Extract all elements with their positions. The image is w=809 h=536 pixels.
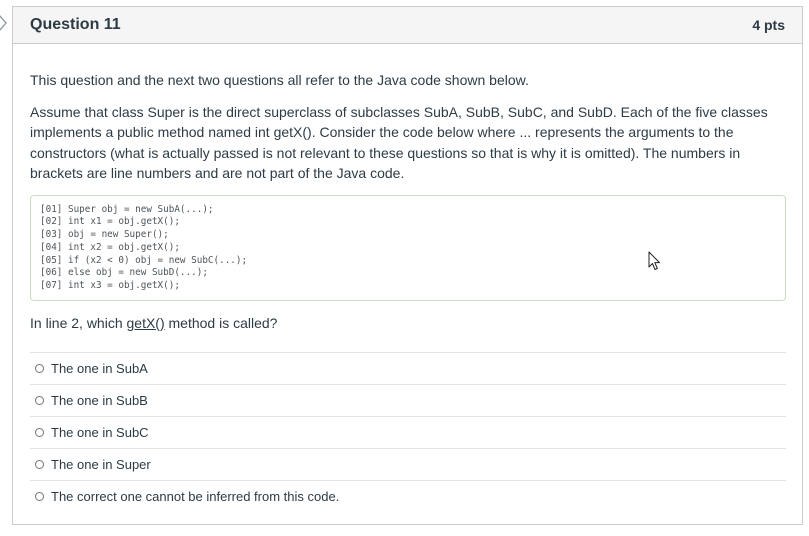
question-intro: This question and the next two questions… <box>30 72 529 88</box>
question-body: This question and the next two questions… <box>13 70 802 513</box>
answer-option-suba[interactable]: The one in SubA <box>30 353 786 385</box>
radio-unchecked-icon[interactable] <box>35 492 44 501</box>
code-line: [06] else obj = new SubD(...); <box>40 267 208 279</box>
code-line: [04] int x2 = obj.getX(); <box>40 241 180 253</box>
code-line: [07] int x3 = obj.getX(); <box>40 280 180 292</box>
answer-list: The one in SubA The one in SubB The one … <box>30 351 786 513</box>
question-title: Question 11 <box>30 16 121 33</box>
chevron-right-icon[interactable] <box>0 12 10 34</box>
code-block: [01] Super obj = new SubA(...); [02] int… <box>30 194 786 301</box>
code-line: [01] Super obj = new SubA(...); <box>40 203 214 215</box>
mouse-cursor-icon <box>648 251 662 271</box>
code-line: [05] if (x2 < 0) obj = new SubC(...); <box>40 254 248 266</box>
answer-label[interactable]: The one in SubB <box>51 393 148 408</box>
radio-unchecked-icon[interactable] <box>35 427 44 437</box>
question-card: Question 11 4 pts This question and the … <box>12 6 803 525</box>
question-points: 4 pts <box>752 17 785 33</box>
radio-unchecked-icon[interactable] <box>35 459 44 469</box>
code-line: [02] int x1 = obj.getX(); <box>40 216 180 228</box>
radio-unchecked-icon[interactable] <box>35 363 44 373</box>
answer-option-super[interactable]: The one in Super <box>30 449 786 481</box>
answer-option-subc[interactable]: The one in SubC <box>30 417 786 449</box>
question-description: Assume that class Super is the direct su… <box>30 103 768 182</box>
answer-label[interactable]: The one in Super <box>51 457 151 472</box>
question-prompt: In line 2, which getX() method is called… <box>30 313 785 333</box>
answer-label[interactable]: The one in SubA <box>51 361 148 376</box>
code-line: [03] obj = new Super(); <box>40 229 169 241</box>
answer-label[interactable]: The one in SubC <box>51 425 149 440</box>
question-header: Question 11 4 pts <box>13 7 802 44</box>
answer-label[interactable]: The correct one cannot be inferred from … <box>51 489 339 504</box>
prompt-text: In line 2, which <box>30 314 127 331</box>
prompt-method: getX() <box>126 314 165 331</box>
answer-option-cannot-infer[interactable]: The correct one cannot be inferred from … <box>30 481 786 513</box>
answer-option-subb[interactable]: The one in SubB <box>30 385 786 417</box>
radio-unchecked-icon[interactable] <box>35 395 44 405</box>
prompt-text-end: method is called? <box>164 314 278 331</box>
